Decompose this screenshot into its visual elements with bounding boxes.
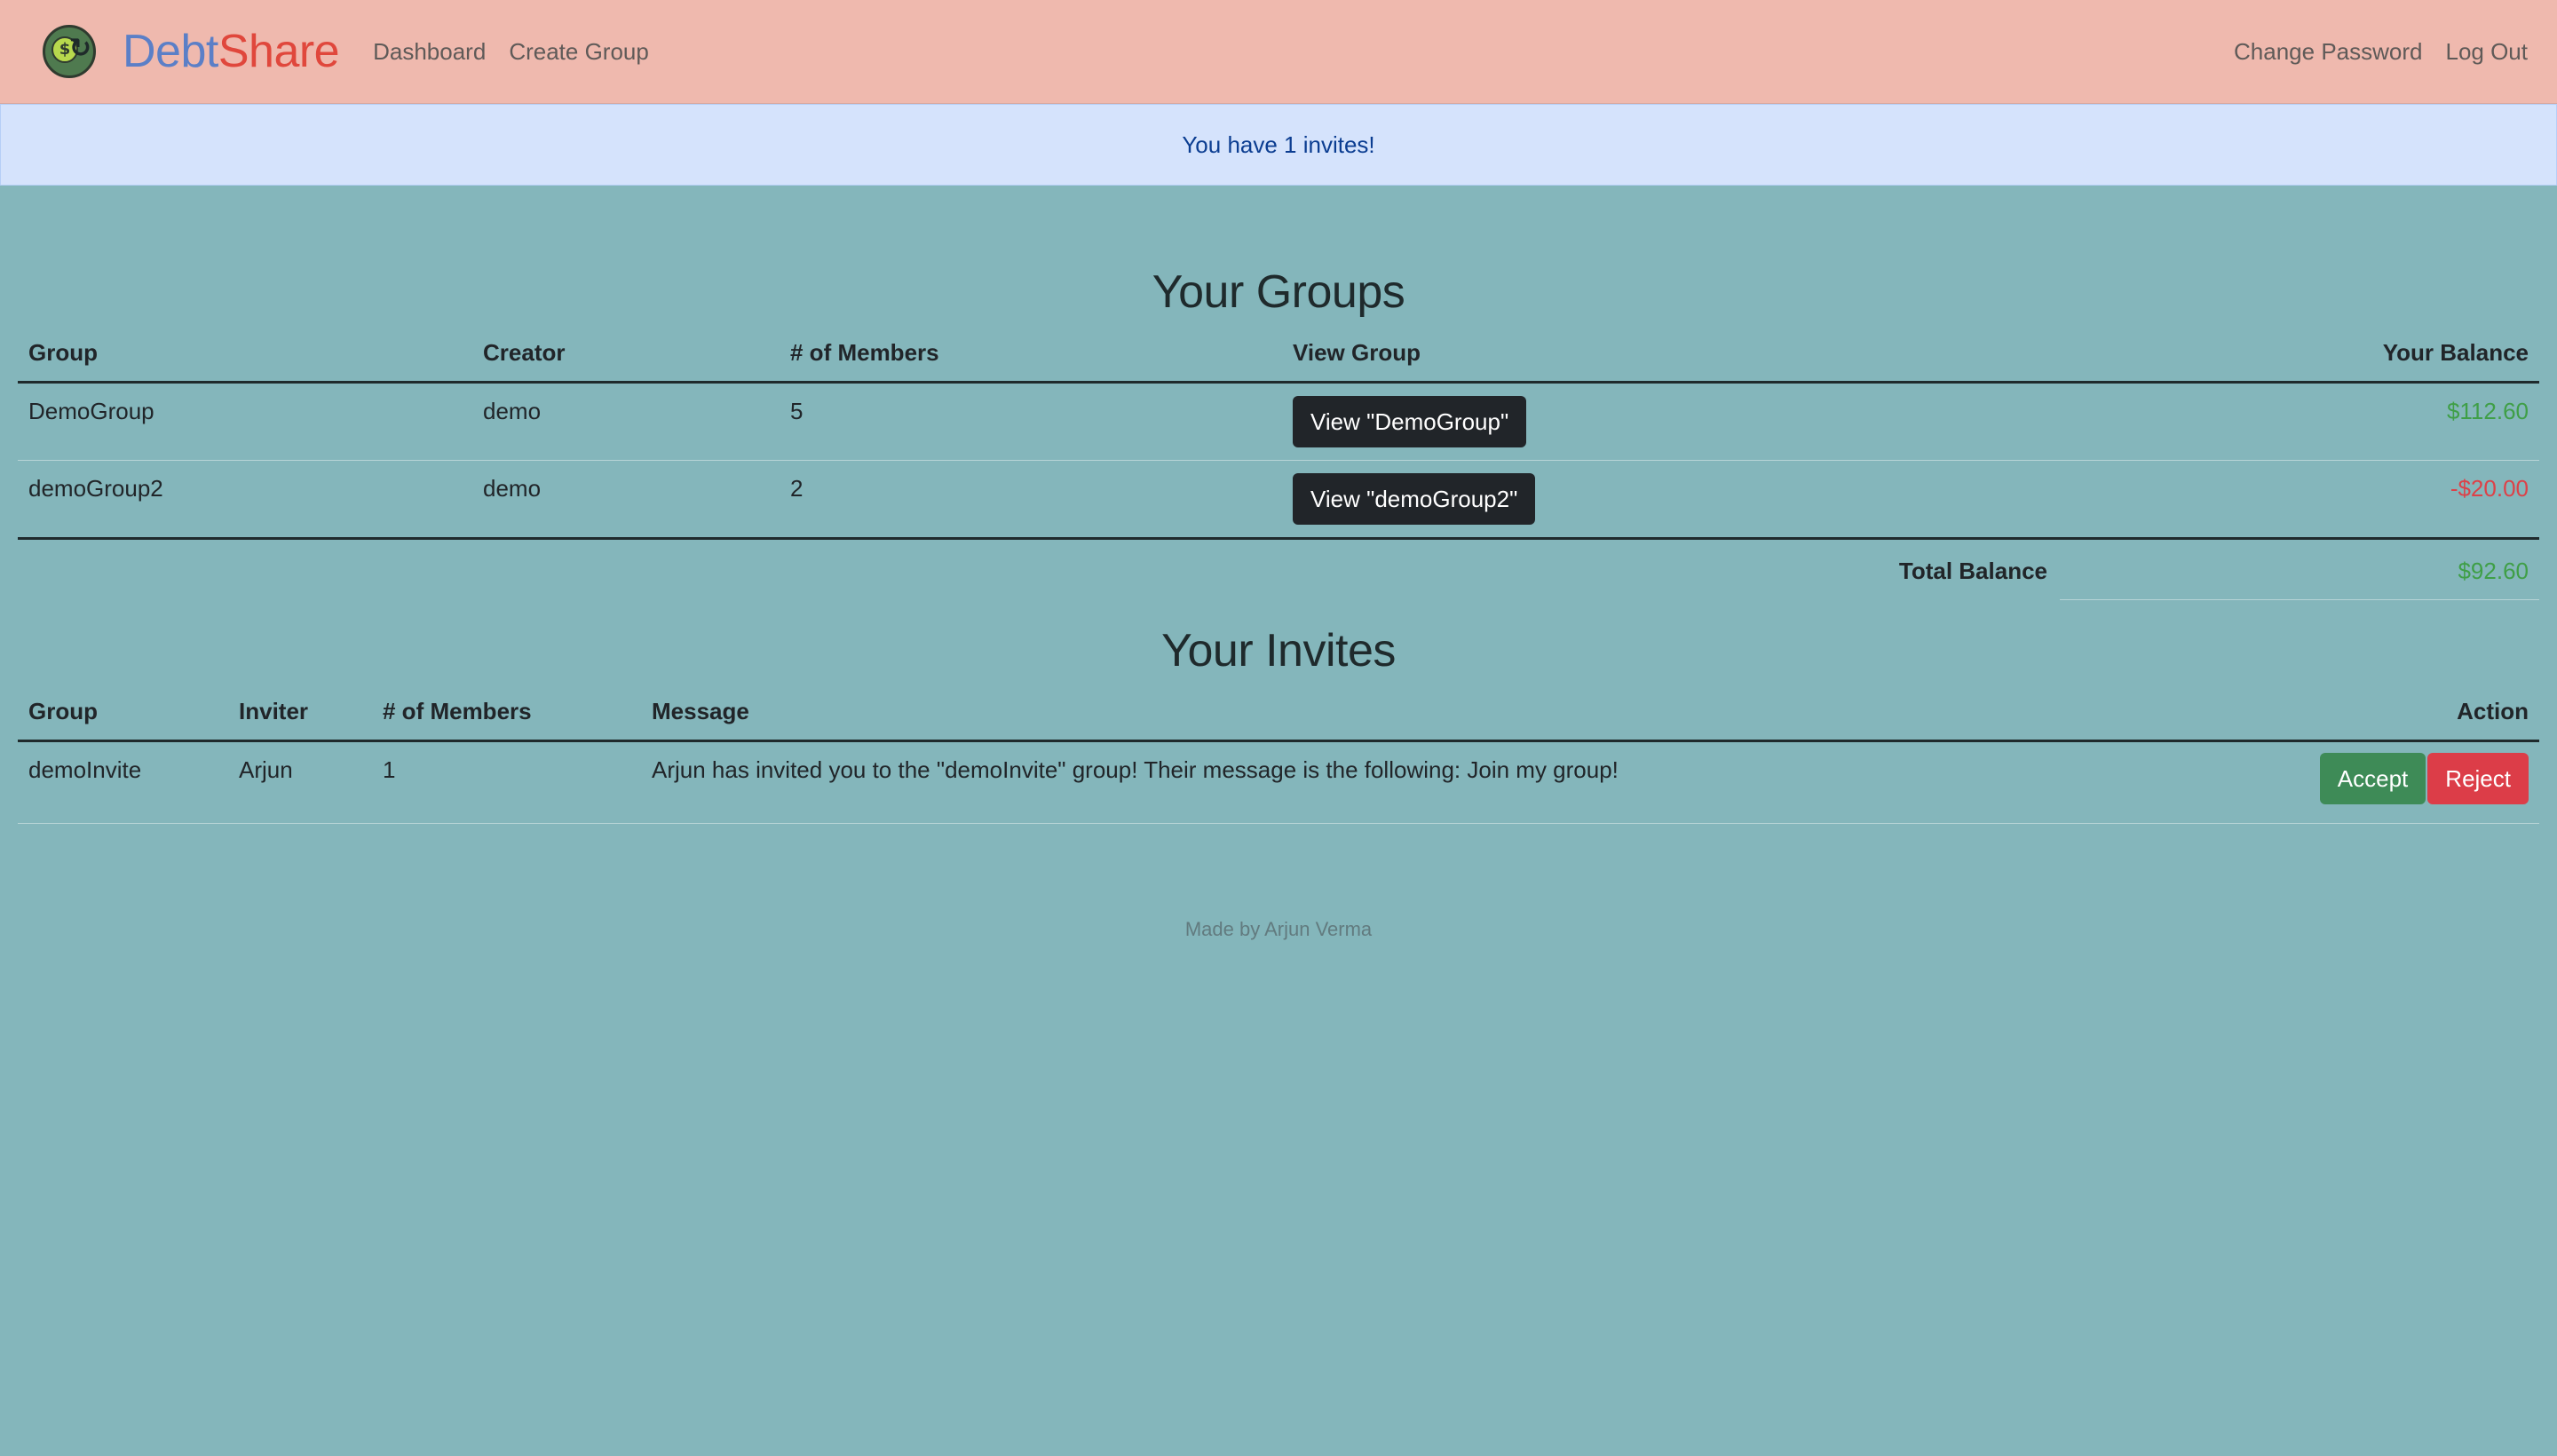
invites-table: Group Inviter # of Members Message Actio… bbox=[18, 682, 2539, 824]
view-group-button[interactable]: View "DemoGroup" bbox=[1293, 396, 1527, 447]
navbar-right: Change Password Log Out bbox=[2211, 38, 2528, 66]
reject-invite-button[interactable]: Reject bbox=[2427, 753, 2529, 804]
view-group-cell: View "demoGroup2" bbox=[1282, 460, 2053, 540]
your-groups-title: Your Groups bbox=[1152, 266, 1405, 318]
groups-header-creator: Creator bbox=[472, 323, 780, 384]
group-members-cell: 5 bbox=[780, 382, 1282, 461]
invites-header-inviter: Inviter bbox=[228, 682, 372, 742]
invites-header-group: Group bbox=[18, 682, 228, 742]
nav-change-password-link[interactable]: Change Password bbox=[2234, 38, 2422, 66]
groups-table: Group Creator # of Members View Group Yo… bbox=[18, 323, 2539, 540]
invite-group-cell: demoInvite bbox=[18, 740, 228, 824]
total-balance-row: Total Balance $92.60 bbox=[18, 540, 2539, 600]
invite-members-cell: 1 bbox=[372, 740, 641, 824]
money-cycle-logo-icon[interactable]: $ ↻ bbox=[43, 25, 96, 78]
groups-table-header: Group Creator # of Members View Group Yo… bbox=[18, 323, 2539, 384]
invites-header-members: # of Members bbox=[372, 682, 641, 742]
view-group-button[interactable]: View "demoGroup2" bbox=[1293, 473, 1536, 525]
total-balance-label: Total Balance bbox=[1898, 558, 2047, 584]
footer-credit: Made by Arjun Verma bbox=[1184, 918, 1373, 940]
nav-logout-link[interactable]: Log Out bbox=[2445, 38, 2528, 66]
footer: Made by Arjun Verma bbox=[18, 918, 2539, 941]
main-content: Your Groups Group Creator # of Members V… bbox=[0, 186, 2557, 941]
brand-logo-text[interactable]: DebtShare bbox=[123, 25, 340, 78]
nav-dashboard-link[interactable]: Dashboard bbox=[373, 38, 486, 66]
navbar-left: $ ↻ DebtShare Dashboard Create Group bbox=[43, 25, 672, 78]
nav-create-group-link[interactable]: Create Group bbox=[509, 38, 649, 66]
invite-inviter-cell: Arjun bbox=[228, 740, 372, 824]
group-name-cell: demoGroup2 bbox=[18, 460, 472, 540]
groups-header-view-group: View Group bbox=[1282, 323, 2053, 384]
invites-header-action: Action bbox=[2181, 682, 2539, 742]
group-name-cell: DemoGroup bbox=[18, 382, 472, 461]
groups-header-group: Group bbox=[18, 323, 472, 384]
brand-part-debt: Debt bbox=[123, 26, 218, 77]
group-members-cell: 2 bbox=[780, 460, 1282, 540]
invites-alert: You have 1 invites! bbox=[0, 104, 2557, 186]
table-row: DemoGroup demo 5 View "DemoGroup" $112.6… bbox=[18, 382, 2539, 461]
group-creator-cell: demo bbox=[472, 382, 780, 461]
groups-header-members: # of Members bbox=[780, 323, 1282, 384]
brand-part-share: Share bbox=[218, 26, 340, 77]
group-balance-cell: $112.60 bbox=[2052, 382, 2539, 461]
view-group-cell: View "DemoGroup" bbox=[1282, 382, 2053, 461]
invite-actions: Accept Reject bbox=[2191, 753, 2529, 804]
navbar: $ ↻ DebtShare Dashboard Create Group Cha… bbox=[0, 0, 2557, 104]
invites-header-message: Message bbox=[641, 682, 2181, 742]
group-balance-cell: -$20.00 bbox=[2052, 460, 2539, 540]
table-row: demoInvite Arjun 1 Arjun has invited you… bbox=[18, 740, 2539, 824]
accept-invite-button[interactable]: Accept bbox=[2319, 753, 2426, 804]
group-creator-cell: demo bbox=[472, 460, 780, 540]
invite-message-cell: Arjun has invited you to the "demoInvite… bbox=[641, 740, 2181, 824]
invites-alert-text: You have 1 invites! bbox=[1182, 131, 1375, 158]
invites-table-header: Group Inviter # of Members Message Actio… bbox=[18, 682, 2539, 742]
table-row: demoGroup2 demo 2 View "demoGroup2" -$20… bbox=[18, 460, 2539, 540]
invite-action-cell: Accept Reject bbox=[2181, 740, 2539, 824]
your-invites-title: Your Invites bbox=[1161, 625, 1396, 677]
groups-header-balance: Your Balance bbox=[2052, 323, 2539, 384]
total-balance-value: $92.60 bbox=[2060, 540, 2539, 600]
